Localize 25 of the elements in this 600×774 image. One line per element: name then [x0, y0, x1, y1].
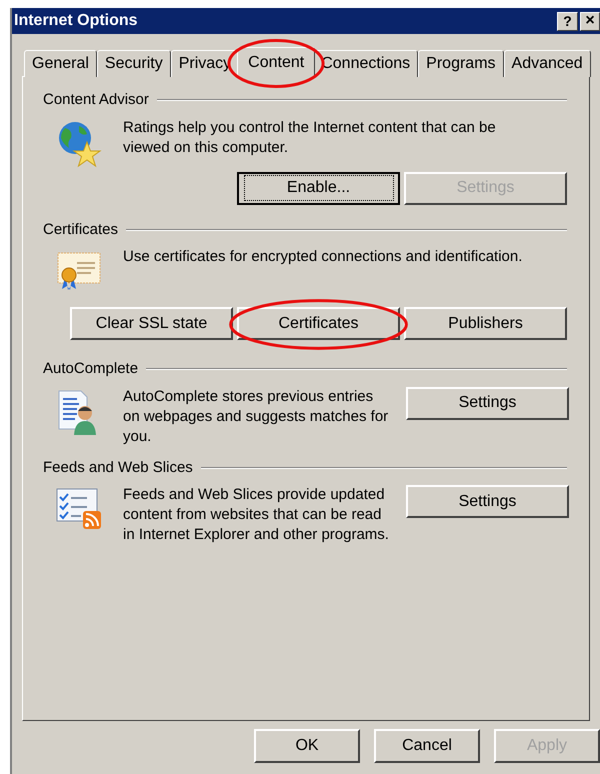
group-description: Ratings help you control the Internet content that can be viewed on this computer. [123, 118, 497, 158]
checklist-feed-icon [55, 487, 103, 531]
group-title: Feeds and Web Slices [43, 458, 193, 478]
tab[interactable]: Content [237, 47, 316, 78]
dialog-button[interactable]: Cancel [374, 729, 480, 763]
close-button[interactable]: × [580, 12, 600, 30]
group-description: AutoComplete stores previous entries on webpages and suggests matches for you. [123, 386, 390, 446]
group-description: Feeds and Web Slices provide updated content from websites that can be read in Internet Explorer and other programs. [123, 485, 390, 545]
tab[interactable]: Programs [418, 50, 504, 77]
action-button[interactable]: Publishers [404, 307, 567, 340]
action-button[interactable]: Settings [406, 485, 569, 518]
group-description: Use certificates for encrypted connections and identification. [123, 247, 524, 267]
tab[interactable]: Security [96, 50, 171, 77]
group-title: AutoComplete [43, 359, 138, 379]
tab[interactable]: Advanced [504, 50, 591, 77]
action-button[interactable]: Clear SSL state [70, 307, 233, 340]
action-button[interactable]: Certificates [237, 307, 400, 340]
tab[interactable]: General [24, 50, 97, 77]
action-button[interactable]: Settings [406, 386, 569, 420]
dialog-button[interactable]: OK [254, 729, 360, 763]
window-title: Internet Options [14, 11, 138, 31]
help-button[interactable]: ? [557, 12, 578, 30]
group-title: Content Advisor [43, 90, 149, 110]
group-title: Certificates [43, 220, 118, 240]
action-button[interactable]: Enable... [237, 172, 400, 204]
